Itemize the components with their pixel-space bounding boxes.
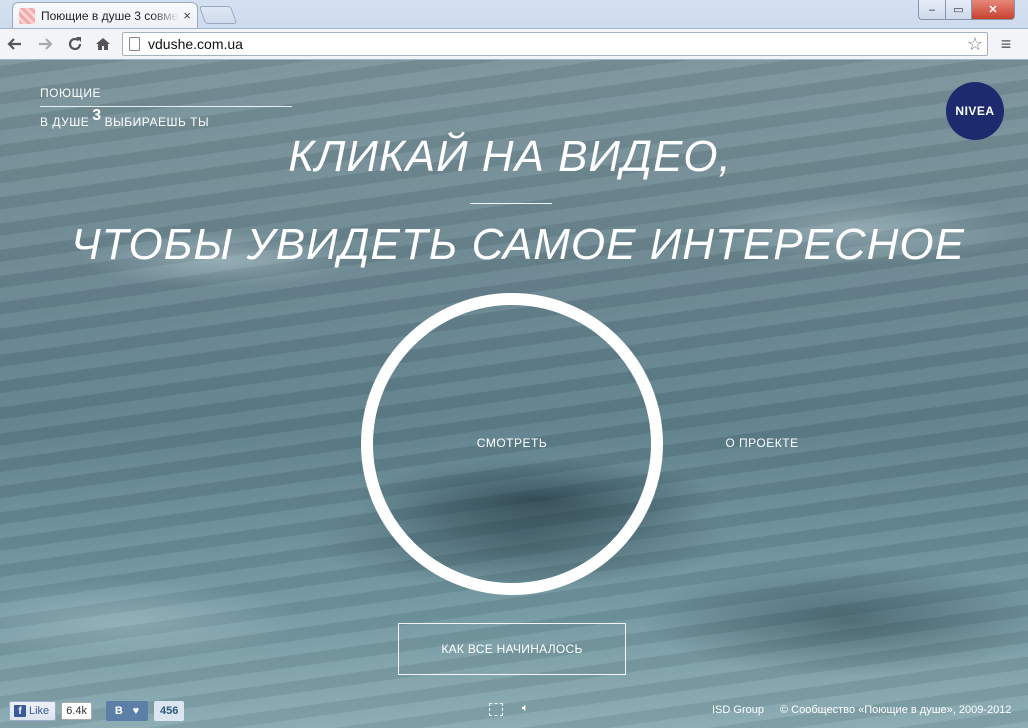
window-close-button[interactable]: ✕ <box>971 0 1015 20</box>
facebook-like-button[interactable]: f Like <box>9 701 57 721</box>
tab-close-icon[interactable]: × <box>183 8 191 23</box>
brand-line-2b: ВЫБИРАЕШЬ ТЫ <box>104 115 210 129</box>
heart-icon: ♥ <box>132 705 140 717</box>
brand-line-1: ПОЮЩИЕ <box>40 86 101 100</box>
home-icon <box>96 38 110 50</box>
site-logo[interactable]: ПОЮЩИЕ В ДУШЕ 3 ВЫБИРАЕШЬ ТЫ <box>40 86 292 131</box>
bookmark-star-icon[interactable]: ☆ <box>967 34 983 55</box>
reload-icon <box>68 37 82 51</box>
tab-strip: Поющие в душе 3 совместно с NIVEA × – ▭ … <box>0 0 1028 28</box>
brand-divider <box>40 106 292 107</box>
vk-like-widget: В ♥ 456 <box>106 701 185 721</box>
facebook-like-widget: f Like 6.4k <box>9 701 92 721</box>
address-bar[interactable]: vdushe.com.ua ☆ <box>122 32 988 56</box>
facebook-like-count: 6.4k <box>61 702 92 720</box>
brand-season-number: 3 <box>92 107 102 124</box>
browser-chrome: Поющие в душе 3 совместно с NIVEA × – ▭ … <box>0 0 1028 60</box>
back-button[interactable] <box>4 33 26 55</box>
vk-logo-icon: В <box>114 705 123 717</box>
forward-button[interactable] <box>34 33 56 55</box>
new-tab-button[interactable] <box>198 6 238 24</box>
browser-toolbar: vdushe.com.ua ☆ ≡ <box>0 28 1028 60</box>
vk-like-count: 456 <box>154 701 185 721</box>
facebook-like-label: Like <box>29 705 50 717</box>
copyright-text: © Сообщество «Поющие в душе», 2009-2012 <box>780 704 1012 716</box>
brand-line-2a: В ДУШЕ <box>40 115 90 129</box>
watch-button-label[interactable]: СМОТРЕТЬ <box>440 436 584 450</box>
isd-group-link[interactable]: ISD Group <box>712 704 764 716</box>
how-it-started-button[interactable]: КАК ВСЕ НАЧИНАЛОСЬ <box>398 623 626 675</box>
sound-icon[interactable]: 🔈︎ <box>522 702 529 715</box>
page-icon <box>129 37 140 51</box>
browser-menu-icon[interactable]: ≡ <box>996 34 1016 54</box>
facebook-icon: f <box>14 705 26 717</box>
vk-like-button[interactable]: В ♥ <box>106 701 148 721</box>
about-project-link[interactable]: О ПРОЕКТЕ <box>712 436 812 450</box>
fullscreen-icon[interactable] <box>489 703 503 716</box>
favicon-icon <box>19 7 35 24</box>
reload-button[interactable] <box>64 33 86 55</box>
headline-line-2: ЧТОБЫ УВИДЕТЬ САМОЕ ИНТЕРЕСНОЕ <box>70 220 966 269</box>
headline-divider <box>470 203 552 204</box>
browser-tab[interactable]: Поющие в душе 3 совместно с NIVEA × <box>12 2 198 28</box>
arrow-left-icon <box>7 38 21 50</box>
window-minimize-button[interactable]: – <box>918 0 946 20</box>
headline-line-1: КЛИКАЙ НА ВИДЕО, <box>288 132 732 181</box>
url-text[interactable]: vdushe.com.ua <box>148 36 967 52</box>
home-button[interactable] <box>92 33 114 55</box>
arrow-right-icon <box>39 38 53 50</box>
window-maximize-button[interactable]: ▭ <box>945 0 972 20</box>
page-content: ПОЮЩИЕ В ДУШЕ 3 ВЫБИРАЕШЬ ТЫ NIVEA КЛИКАЙ … <box>0 60 1028 728</box>
tab-title: Поющие в душе 3 совместно с NIVEA <box>41 8 179 23</box>
